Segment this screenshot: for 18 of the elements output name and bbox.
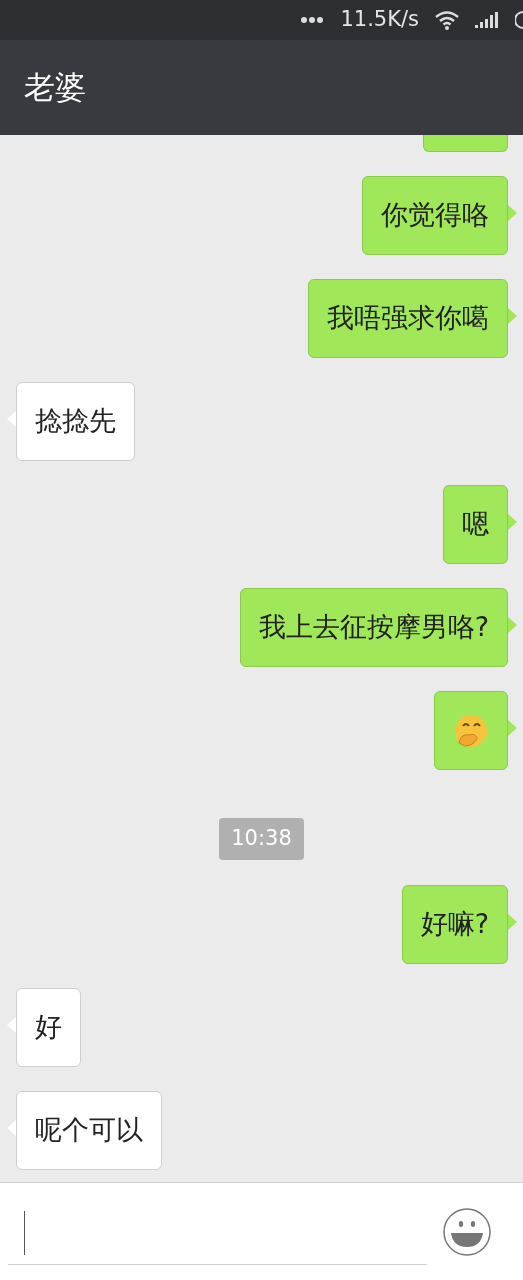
message-text: 嗯 [462,507,489,542]
timestamp: 10:38 [219,818,304,860]
message-text: 呢个可以 [35,1112,143,1147]
emoji-icon[interactable] [443,1207,491,1256]
message-text: 好 [35,1009,62,1044]
message-input[interactable] [8,1214,427,1265]
message-text: 我唔强求你噶 [327,301,489,336]
message-text: 捻捻先 [35,404,116,439]
message-text: 好嘛? [420,906,489,941]
chat-title: 老婆 [24,68,86,108]
more-icon [300,16,325,24]
emoji-icon [453,712,489,749]
network-speed: 11.5K/s [340,6,419,34]
message-text: 我上去征按摩男咯? [258,610,489,645]
message-text: 你觉得咯 [381,198,489,233]
signal-icon [475,12,499,28]
wifi-icon [435,10,459,30]
battery-icon [515,11,523,29]
